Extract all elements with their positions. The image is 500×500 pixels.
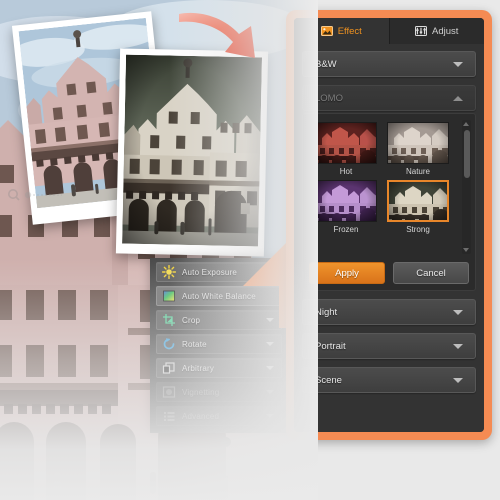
scroll-down-arrow[interactable] [463, 248, 469, 252]
preset-thumbnail [387, 122, 449, 164]
preset-label: Frozen [333, 225, 359, 234]
group-label: LOMO [315, 92, 343, 104]
panel-body: B&W LOMO Hot Nature Frozen Strong Apply … [294, 44, 484, 432]
background-photo [0, 0, 318, 500]
group-lomo[interactable]: LOMO [302, 85, 476, 111]
preset-label: Nature [405, 167, 430, 176]
group-label: Night [315, 306, 338, 318]
effect-panel: Effect Adjust B&W LOMO Hot Nature Frozen… [294, 18, 484, 432]
apply-button[interactable]: Apply [309, 262, 385, 284]
tab-adjust[interactable]: Adjust [388, 18, 484, 44]
chevron-down-icon[interactable] [453, 344, 463, 349]
preset-thumbnail-art [316, 123, 376, 163]
group-bw[interactable]: B&W [302, 51, 476, 77]
scroll-up-arrow[interactable] [463, 122, 469, 126]
group-night[interactable]: Night [302, 299, 476, 325]
chevron-down-icon[interactable] [453, 62, 463, 67]
lomo-expanded-body: Hot Nature Frozen Strong Apply Cancel [302, 113, 476, 291]
group-label: Scene [315, 374, 342, 386]
chevron-down-icon[interactable] [453, 378, 463, 383]
screenshot-stage: Auto Exposure Auto White Balance Crop Ro… [0, 0, 500, 500]
group-scene[interactable]: Scene [302, 367, 476, 393]
lomo-thumbnail-grid: Hot Nature Frozen Strong [309, 120, 459, 254]
preset-thumbnail [387, 180, 449, 222]
preset-nature[interactable]: Nature [387, 122, 449, 176]
thumbnail-scrollbar[interactable] [462, 120, 471, 254]
image-icon [320, 26, 333, 36]
preset-strong[interactable]: Strong [387, 180, 449, 234]
chevron-down-icon[interactable] [453, 310, 463, 315]
chevron-up-icon[interactable] [453, 96, 463, 101]
tab-label: Adjust [432, 25, 459, 37]
group-label: Portrait [315, 340, 346, 352]
preset-thumbnail [315, 180, 377, 222]
group-label: B&W [315, 58, 337, 70]
preset-thumbnail [315, 122, 377, 164]
preset-thumbnail-art [316, 181, 376, 221]
preset-label: Hot [339, 167, 353, 176]
sliders-icon [415, 26, 428, 36]
preset-hot[interactable]: Hot [315, 122, 377, 176]
scrollbar-thumb[interactable] [463, 130, 470, 178]
cancel-button[interactable]: Cancel [393, 262, 469, 284]
lomo-action-buttons: Apply Cancel [309, 262, 469, 284]
preset-thumbnail-art [388, 123, 448, 163]
preset-label: Strong [406, 225, 430, 234]
background-fade-overlay [0, 0, 318, 500]
preset-frozen[interactable]: Frozen [315, 180, 377, 234]
preset-thumbnail-art [389, 182, 447, 220]
tab-label: Effect [337, 25, 362, 37]
panel-tabs: Effect Adjust [294, 18, 484, 44]
group-portrait[interactable]: Portrait [302, 333, 476, 359]
